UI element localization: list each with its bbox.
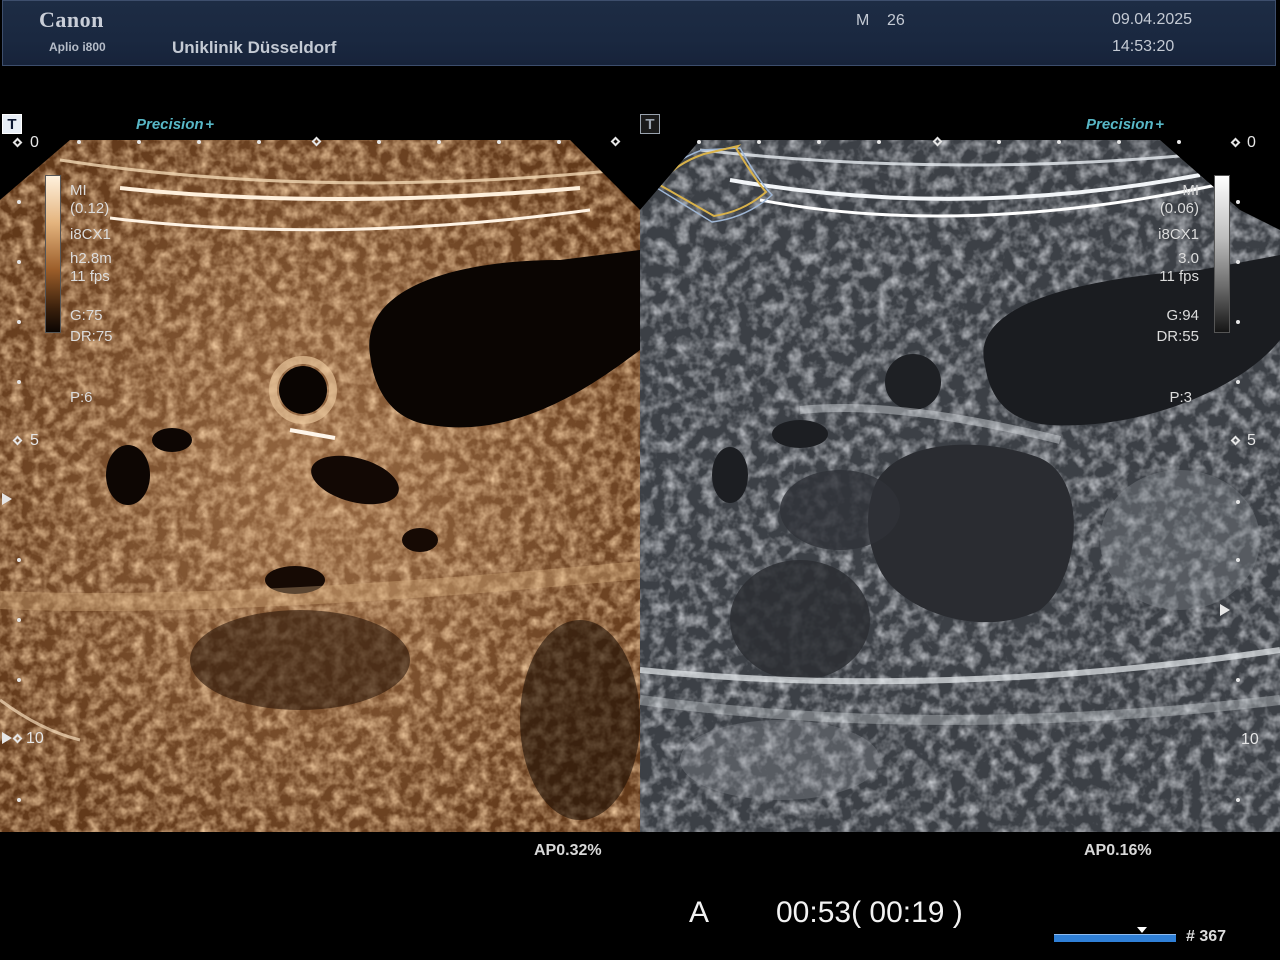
lateral-tick	[1177, 140, 1181, 144]
depth-tick	[1236, 380, 1240, 384]
lateral-tick	[77, 140, 81, 144]
lateral-tick	[817, 140, 821, 144]
param-dynamic-range: DR:75	[70, 328, 113, 345]
lateral-tick	[557, 140, 561, 144]
depth-label-0: 0	[1247, 134, 1256, 151]
lateral-tick	[1117, 140, 1121, 144]
param-transducer: i8CX1	[1158, 226, 1199, 243]
depth-label-10: 10	[1241, 731, 1259, 748]
lateral-tick	[697, 140, 701, 144]
depth-label-0: 0	[30, 134, 39, 151]
cine-scroll-bar[interactable]	[1054, 934, 1176, 942]
param-mi-value: (0.06)	[1159, 200, 1199, 217]
acq-params-left: MI (0.12) i8CX1 h2.8m 11 fps	[70, 182, 112, 286]
frame-counter: # 367	[1186, 928, 1227, 945]
param-frequency: 3.0	[1178, 250, 1199, 267]
depth-tick	[1236, 558, 1240, 562]
gain-dr-right: G:94 DR:55	[1156, 307, 1199, 346]
colormap-bar-left	[45, 175, 61, 333]
lateral-tick	[377, 140, 381, 144]
precision-text: Precision	[1086, 116, 1154, 133]
lateral-tick	[877, 140, 881, 144]
depth-tick	[17, 380, 21, 384]
gain-dr-left: G:75 DR:75	[70, 307, 113, 346]
depth-tick	[17, 200, 21, 204]
precision-plus-icon: +	[1155, 116, 1165, 133]
focus-marker-icon[interactable]	[1220, 604, 1230, 616]
bmode-image-pane[interactable]: T Precision + MI (0.06) i8CX1 3.0 11 fps…	[640, 110, 1280, 832]
colormap-bar-right	[1214, 175, 1230, 333]
focus-marker-icon[interactable]	[2, 732, 12, 744]
brand-logo: Canon	[39, 7, 104, 32]
depth-tick	[1236, 500, 1240, 504]
param-frame-rate: 11 fps	[1159, 268, 1199, 285]
patient-sex: M	[856, 12, 870, 29]
depth-tick	[1236, 678, 1240, 682]
param-gain: G:94	[1166, 307, 1199, 324]
lateral-tick	[497, 140, 501, 144]
depth-tick	[17, 260, 21, 264]
param-transducer: i8CX1	[70, 226, 111, 243]
depth-tick	[17, 798, 21, 802]
lateral-tick	[257, 140, 261, 144]
exam-date: 09.04.2025	[1112, 11, 1193, 28]
lateral-tick	[997, 140, 1001, 144]
param-mi-value: (0.12)	[70, 200, 110, 217]
depth-tick	[17, 558, 21, 562]
depth-tick	[17, 320, 21, 324]
depth-tick	[1236, 320, 1240, 324]
lateral-tick	[437, 140, 441, 144]
param-gain: G:75	[70, 307, 103, 324]
lateral-tick	[1057, 140, 1061, 144]
contrast-image-pane[interactable]: T Precision + MI (0.12) i8CX1 h2.8m 11 f…	[0, 110, 640, 832]
mode-badge-left[interactable]: T	[2, 114, 22, 134]
param-mi-label: MI	[1182, 182, 1199, 199]
acoustic-power-right: AP0.16%	[1084, 842, 1152, 859]
precision-text: Precision	[136, 116, 204, 133]
focus-marker-icon[interactable]	[2, 493, 12, 505]
param-power-right: P:3	[1169, 389, 1192, 406]
precision-label-right: Precision +	[1086, 116, 1164, 133]
acq-params-right: MI (0.06) i8CX1 3.0 11 fps	[1158, 182, 1199, 286]
cine-mode-label: A	[689, 896, 710, 929]
param-frame-rate: 11 fps	[70, 268, 110, 285]
lateral-tick	[757, 140, 761, 144]
header-bar: Canon Aplio i800 Uniklinik Düsseldorf M …	[2, 0, 1276, 66]
depth-label-5: 5	[1247, 432, 1256, 449]
depth-label-5: 5	[30, 432, 39, 449]
depth-label-10: 10	[26, 730, 44, 747]
param-frequency: h2.8m	[70, 250, 112, 267]
mode-badge-right[interactable]: T	[640, 114, 660, 134]
precision-label-left: Precision +	[136, 116, 214, 133]
param-mi-label: MI	[70, 182, 87, 199]
acoustic-power-left: AP0.32%	[534, 842, 602, 859]
institution-name: Uniklinik Düsseldorf	[172, 38, 337, 57]
patient-age: 26	[887, 12, 905, 29]
depth-tick	[1236, 798, 1240, 802]
depth-tick	[1236, 200, 1240, 204]
param-power-left: P:6	[70, 389, 93, 406]
param-dynamic-range: DR:55	[1156, 328, 1199, 345]
cine-position-pointer-icon[interactable]	[1136, 927, 1147, 933]
precision-plus-icon: +	[205, 116, 215, 133]
elapsed-timer: 00:53( 00:19 )	[776, 896, 963, 929]
depth-tick	[1236, 260, 1240, 264]
device-model: Aplio i800	[49, 40, 106, 54]
lateral-tick	[137, 140, 141, 144]
lateral-tick	[197, 140, 201, 144]
exam-time: 14:53:20	[1112, 38, 1175, 55]
depth-tick	[17, 678, 21, 682]
depth-tick	[17, 618, 21, 622]
